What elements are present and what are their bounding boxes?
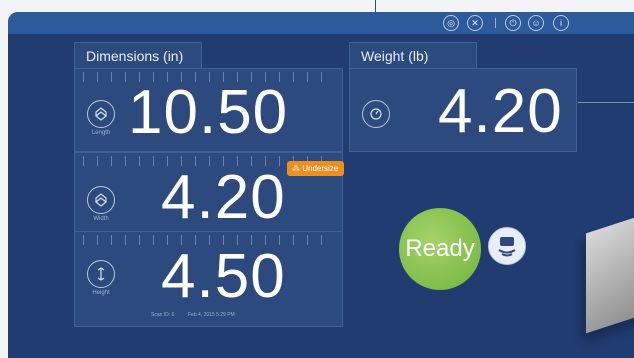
height-value: 4.50 — [161, 242, 286, 311]
profile-icon: ☺ — [531, 18, 541, 28]
scan-timestamp: Feb 4, 2015 5:29 PM — [188, 312, 235, 318]
dimensions-title: Dimensions (in) — [86, 48, 184, 64]
undersize-label: Undersize — [302, 164, 339, 173]
height-icon — [87, 260, 115, 288]
cancel-button[interactable]: ✕ — [467, 15, 483, 31]
length-icon — [87, 100, 115, 128]
height-row: Height 4.50 Scan ID: 6 Feb 4, 2015 5:29 … — [74, 231, 343, 327]
scale-icon — [362, 100, 390, 128]
scanner-icon — [498, 237, 516, 257]
settings-button[interactable]: ◎ — [443, 15, 459, 31]
width-icon — [87, 186, 115, 214]
warning-icon: ⁂ — [292, 164, 303, 173]
info-button[interactable]: i — [553, 15, 569, 31]
width-value: 4.20 — [161, 163, 286, 232]
weight-value: 4.20 — [438, 77, 563, 146]
ready-button[interactable]: Ready — [399, 208, 481, 290]
weight-tab: Weight (lb) — [349, 42, 477, 69]
ready-label: Ready — [405, 235, 475, 262]
callout-line — [578, 102, 634, 103]
length-label: Length — [91, 130, 111, 136]
info-icon: i — [560, 18, 562, 28]
close-icon: ✕ — [471, 18, 479, 28]
top-toolbar: ◎ ✕ ⏻ ☺ i — [8, 12, 634, 34]
settings-icon: ◎ — [447, 18, 455, 28]
power-icon: ⏻ — [509, 18, 517, 28]
width-label: Width — [93, 216, 109, 222]
scan-id: Scan ID: 6 — [151, 312, 175, 318]
length-value: 10.50 — [128, 78, 289, 147]
scan-button[interactable] — [488, 227, 526, 265]
profile-button[interactable]: ☺ — [528, 15, 544, 31]
weight-panel: 4.20 — [349, 68, 577, 152]
undersize-badge: ⁂ Undersize — [287, 161, 345, 176]
power-button[interactable]: ⏻ — [505, 15, 521, 31]
height-label: Height — [92, 290, 110, 296]
toolbar-divider — [495, 18, 496, 28]
app-window: ◎ ✕ ⏻ ☺ i Dimensions (in) Length 10.50 W… — [8, 12, 634, 358]
length-row: Length 10.50 — [74, 68, 343, 152]
weight-title: Weight (lb) — [361, 48, 429, 64]
dimensions-tab: Dimensions (in) — [74, 42, 202, 69]
